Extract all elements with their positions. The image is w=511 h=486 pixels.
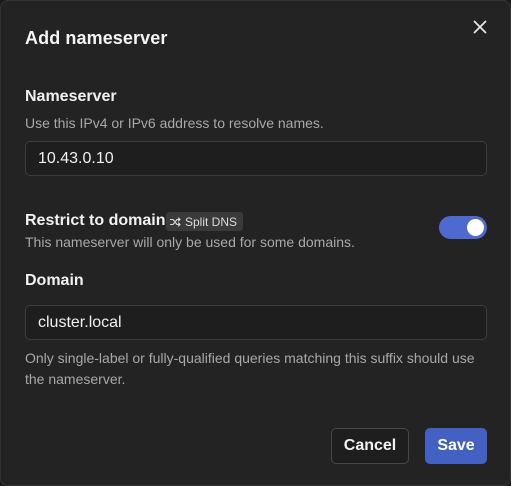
add-nameserver-dialog: Add nameserver Nameserver Use this IPv4 … (0, 0, 511, 486)
restrict-help: This nameserver will only be used for so… (25, 234, 355, 250)
nameserver-label: Nameserver (25, 88, 117, 105)
cancel-button[interactable]: Cancel (331, 428, 409, 464)
split-dns-badge-label: Split DNS (185, 214, 238, 229)
shuffle-icon (170, 216, 181, 227)
toggle-knob (467, 219, 484, 236)
nameserver-input[interactable] (25, 141, 487, 176)
restrict-toggle[interactable] (439, 216, 487, 239)
close-icon (473, 20, 487, 34)
restrict-label: Restrict to domain (25, 212, 166, 229)
split-dns-badge: Split DNS (166, 212, 244, 231)
nameserver-help: Use this IPv4 or IPv6 address to resolve… (25, 115, 324, 131)
domain-label: Domain (25, 272, 84, 289)
close-button[interactable] (467, 14, 493, 40)
domain-help: Only single-label or fully-qualified que… (25, 350, 475, 387)
domain-input[interactable] (25, 305, 487, 340)
dialog-title: Add nameserver (25, 28, 168, 48)
save-button[interactable]: Save (425, 428, 487, 464)
